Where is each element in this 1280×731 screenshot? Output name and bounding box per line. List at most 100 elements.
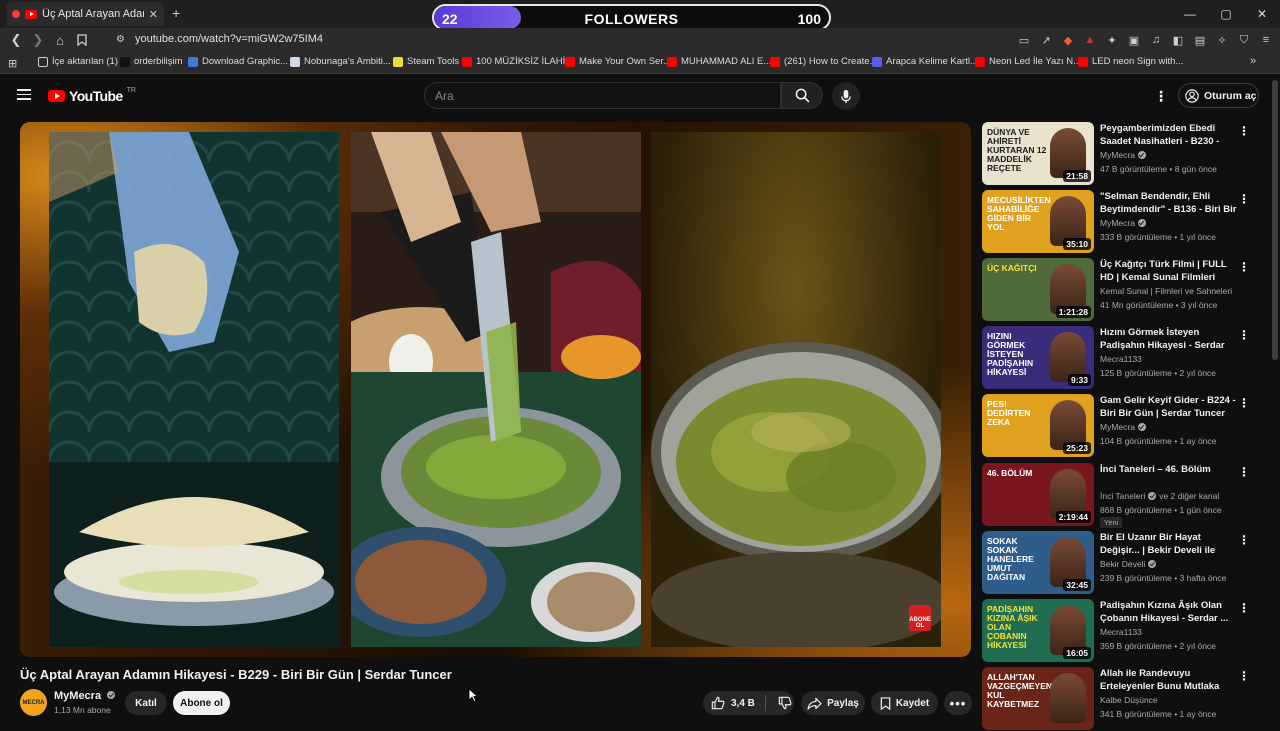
youtube-logo[interactable]: YouTube TR <box>48 87 136 104</box>
recommended-channel-row[interactable]: Kemal Sunal | Filmleri ve Sahneleri <box>1100 286 1232 296</box>
sign-in-button[interactable]: Oturum aç <box>1178 83 1259 108</box>
bookmark-item[interactable]: Nobunaga's Ambiti... <box>290 56 391 67</box>
recommended-more-icon[interactable]: ⋮ <box>1238 601 1250 615</box>
maximize-button[interactable]: ▢ <box>1208 0 1244 28</box>
brave-shield-icon[interactable]: ◆ <box>1060 32 1076 48</box>
video-thumbnail[interactable]: MECUSİLİKTEN SAHABİLİĞE GİDEN BİR YOL 35:… <box>982 190 1094 253</box>
recommended-video[interactable]: 46. BÖLÜM 2:19:44 İnci Taneleri – 46. Bölü… <box>982 463 1252 528</box>
video-player[interactable]: ABONE OL <box>20 122 971 657</box>
recommended-channel-row[interactable]: MyMecra <box>1100 150 1146 160</box>
subscribe-button[interactable]: Abone ol <box>173 691 230 715</box>
recommended-channel-row[interactable]: Mecra1133 <box>1100 627 1142 637</box>
recommended-channel[interactable]: Mecra1133 <box>1100 627 1142 637</box>
video-thumbnail[interactable]: ÜÇ KAĞITÇI 1:21:28 <box>982 258 1094 321</box>
channel-name[interactable]: MyMecra <box>54 690 101 702</box>
voice-search-button[interactable] <box>832 82 860 110</box>
recommended-channel-row[interactable]: MyMecra <box>1100 218 1146 228</box>
page-scrollbar[interactable] <box>1272 80 1278 360</box>
url-field[interactable]: youtube.com/watch?v=miGW2w75IM4 <box>135 33 323 45</box>
bookmarks-overflow-icon[interactable]: » <box>1250 55 1256 67</box>
recommended-channel-row[interactable]: Bekir Develi <box>1100 559 1157 569</box>
recommended-video[interactable]: HIZINI GÖRMEK İSTEYEN PADİŞAHIN HİKAYESİ… <box>982 326 1252 390</box>
menu-icon[interactable]: ≡ <box>1258 32 1274 48</box>
share-page-icon[interactable]: ↗ <box>1038 32 1054 48</box>
sidebar-toggle-icon[interactable]: ◧ <box>1170 32 1186 48</box>
join-button[interactable]: Katıl <box>125 691 167 715</box>
recommended-channel[interactable]: MyMecra <box>1100 150 1135 160</box>
recommended-more-icon[interactable]: ⋮ <box>1238 465 1250 479</box>
new-tab-button[interactable]: + <box>172 5 180 21</box>
bookmark-item[interactable]: Make Your Own Ser... <box>565 56 671 67</box>
like-count[interactable]: 3,4 B <box>731 698 755 709</box>
dislike-icon[interactable] <box>778 696 792 710</box>
recommended-more-icon[interactable]: ⋮ <box>1238 669 1250 683</box>
bookmark-icon[interactable] <box>72 30 92 50</box>
vpn-icon[interactable]: ⛉ <box>1236 32 1252 48</box>
recommended-title[interactable]: Hızını Görmek İsteyen Padişahın Hikayesi… <box>1100 326 1238 352</box>
video-thumbnail[interactable]: ALLAH'TAN VAZGEÇMEYEN KUL KAYBETMEZ <box>982 667 1094 730</box>
recommended-video[interactable]: PADİŞAHIN KIZINA ÂŞIK OLAN ÇOBANIN HİKAY… <box>982 599 1252 663</box>
recommended-video[interactable]: MECUSİLİKTEN SAHABİLİĞE GİDEN BİR YOL 35:… <box>982 190 1252 254</box>
video-thumbnail[interactable]: HIZINI GÖRMEK İSTEYEN PADİŞAHIN HİKAYESİ… <box>982 326 1094 389</box>
bookmark-item[interactable]: MUHAMMAD ALI E... <box>667 56 771 67</box>
recommended-channel[interactable]: MyMecra <box>1100 218 1135 228</box>
video-thumbnail[interactable]: PES! DEDİRTEN ZEKA 25:23 <box>982 394 1094 457</box>
bookmark-item[interactable]: Steam Tools <box>393 56 459 67</box>
bookmark-item[interactable]: Arapca Kelime Kartl... <box>872 56 978 67</box>
recommended-more-icon[interactable]: ⋮ <box>1238 192 1250 206</box>
like-icon[interactable] <box>711 696 725 710</box>
recommended-channel[interactable]: Kemal Sunal | Filmleri ve Sahneleri <box>1100 286 1232 296</box>
tab-close-icon[interactable]: ✕ <box>149 8 158 21</box>
bookmark-item[interactable]: (261) How to Create... <box>770 56 877 67</box>
bookmark-item[interactable]: İçe aktarılan (1) <box>38 56 118 67</box>
more-actions-button[interactable]: ••• <box>944 691 972 715</box>
video-thumbnail[interactable]: 46. BÖLÜM 2:19:44 <box>982 463 1094 526</box>
recommended-more-icon[interactable]: ⋮ <box>1238 533 1250 547</box>
recommended-channel[interactable]: Kalbe Düşünce <box>1100 695 1158 705</box>
channel-name-row[interactable]: MyMecra <box>54 690 116 702</box>
recommended-title[interactable]: Padişahın Kızına Âşık Olan Çobanın Hikay… <box>1100 599 1238 625</box>
recommended-channel-row[interactable]: İnci Taneleri ve 2 diğer kanal <box>1100 491 1219 501</box>
recommended-video[interactable]: DÜNYA VE AHİRETİ KURTARAN 12 MADDELİK RE… <box>982 122 1252 186</box>
video-thumbnail[interactable]: PADİŞAHIN KIZINA ÂŞIK OLAN ÇOBANIN HİKAY… <box>982 599 1094 662</box>
site-info-icon[interactable]: ⚙ <box>116 34 125 45</box>
extensions-icon[interactable]: ✦ <box>1104 32 1120 48</box>
recommended-video[interactable]: SOKAK SOKAK HANELERE UMUT DAĞITAN 32:45 Bi… <box>982 531 1252 595</box>
rewards-icon[interactable]: ▲ <box>1082 32 1098 48</box>
recommended-title[interactable]: "Selman Bendendir, Ehli Beytimdendir" - … <box>1100 190 1238 216</box>
recommended-channel-row[interactable]: MyMecra <box>1100 422 1146 432</box>
close-window-button[interactable]: ✕ <box>1244 0 1280 28</box>
recommended-video[interactable]: ALLAH'TAN VAZGEÇMEYEN KUL KAYBETMEZ Allah… <box>982 667 1252 731</box>
apps-grid-icon[interactable]: ⊞ <box>8 57 17 70</box>
settings-more-icon[interactable]: ⋮ <box>1154 88 1168 105</box>
music-icon[interactable]: ♫ <box>1148 32 1164 48</box>
recommended-more-icon[interactable]: ⋮ <box>1238 260 1250 274</box>
bookmark-item[interactable]: Download Graphic... <box>188 56 288 67</box>
search-button[interactable] <box>781 82 823 109</box>
minimize-button[interactable]: — <box>1172 0 1208 28</box>
channel-avatar[interactable]: MECRA <box>20 689 47 716</box>
recommended-channel[interactable]: MyMecra <box>1100 422 1135 432</box>
recommended-title[interactable]: İnci Taneleri – 46. Bölüm <box>1100 463 1238 476</box>
leo-ai-icon[interactable]: ✧ <box>1214 32 1230 48</box>
recommended-title[interactable]: Bir El Uzanır Bir Hayat Değişir... | Bek… <box>1100 531 1238 557</box>
recommended-title[interactable]: Peygamberimizden Ebedî Saadet Nasihatler… <box>1100 122 1238 148</box>
home-icon[interactable]: ⌂ <box>50 30 70 50</box>
recommended-more-icon[interactable]: ⋮ <box>1238 396 1250 410</box>
recommended-title[interactable]: Allah ile Randevuyu Erteleyenler Bunu Mu… <box>1100 667 1238 693</box>
tab-audio-icon[interactable] <box>12 10 20 18</box>
video-thumbnail[interactable]: DÜNYA VE AHİRETİ KURTARAN 12 MADDELİK RE… <box>982 122 1094 185</box>
recommended-channel-row[interactable]: Mecra1133 <box>1100 354 1142 364</box>
recommended-more-icon[interactable]: ⋮ <box>1238 328 1250 342</box>
recommended-channel[interactable]: Bekir Develi <box>1100 559 1145 569</box>
recommended-channel-row[interactable]: Kalbe Düşünce <box>1100 695 1158 705</box>
share-button[interactable]: Paylaş <box>801 691 865 715</box>
save-button[interactable]: Kaydet <box>871 691 938 715</box>
video-thumbnail[interactable]: SOKAK SOKAK HANELERE UMUT DAĞITAN 32:45 <box>982 531 1094 594</box>
cast-icon[interactable]: ▭ <box>1016 32 1032 48</box>
screenshot-icon[interactable]: ▣ <box>1126 32 1142 48</box>
bookmark-item[interactable]: 100 MÜZİKSİZ İLAHİ... <box>462 56 573 67</box>
bookmark-item[interactable]: LED neon Sign with... <box>1078 56 1183 67</box>
subscribe-watermark[interactable]: ABONE OL <box>909 605 931 631</box>
recommended-video[interactable]: PES! DEDİRTEN ZEKA 25:23 Gam Gelir Keyif G… <box>982 394 1252 458</box>
